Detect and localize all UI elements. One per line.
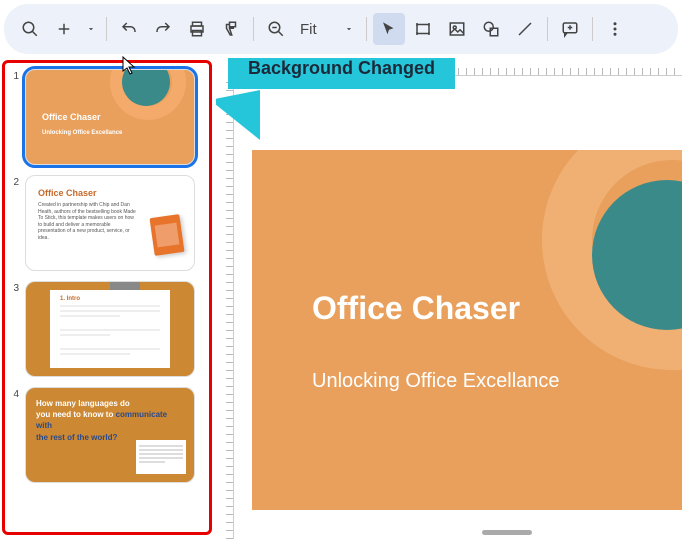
book-image (150, 214, 185, 256)
print-button[interactable] (181, 13, 213, 45)
slide-thumbnail-3[interactable]: 1. Intro (25, 281, 195, 377)
zoom-icon[interactable] (260, 13, 292, 45)
more-button[interactable] (599, 13, 631, 45)
redo-button[interactable] (147, 13, 179, 45)
horizontal-scrollbar[interactable] (482, 530, 532, 535)
new-slide-button[interactable] (48, 13, 80, 45)
thumb-text: How many languages do you need to know t… (36, 398, 184, 443)
toolbar: Fit (4, 4, 678, 54)
thumb-title: Office Chaser (42, 112, 101, 122)
new-slide-dropdown[interactable] (82, 13, 100, 45)
slide-title[interactable]: Office Chaser (312, 290, 520, 327)
paint-format-button[interactable] (215, 13, 247, 45)
main-slide[interactable]: Office Chaser Unlocking Office Excellanc… (252, 150, 682, 510)
canvas-area: Background Changed Office Chaser Unlocki… (216, 58, 682, 539)
slide-thumbnail-4[interactable]: How many languages do you need to know t… (25, 387, 195, 483)
select-tool[interactable] (373, 13, 405, 45)
image-tool[interactable] (441, 13, 473, 45)
chevron-down-icon (344, 24, 354, 34)
shape-tool[interactable] (475, 13, 507, 45)
thumb-subtitle: Unlocking Office Excellance (42, 130, 122, 136)
thumb-number: 2 (11, 177, 19, 188)
line-tool[interactable] (509, 13, 541, 45)
thumbnail-panel: 1 Office Chaser Unlocking Office Excella… (2, 60, 212, 535)
undo-button[interactable] (113, 13, 145, 45)
thumb-number: 1 (11, 71, 19, 82)
annotation-callout-tail (216, 90, 260, 140)
slide-subtitle[interactable]: Unlocking Office Excellance (312, 370, 560, 393)
thumb-heading: 1. Intro (60, 296, 160, 302)
textbox-tool[interactable] (407, 13, 439, 45)
vertical-ruler[interactable] (216, 76, 234, 539)
annotation-callout: Background Changed (228, 58, 455, 89)
thumb-number: 3 (11, 283, 19, 294)
slide-thumbnail-2[interactable]: Office Chaser Created in partnership wit… (25, 175, 195, 271)
thumb-body: Created in partnership with Chip and Dan… (38, 202, 138, 241)
zoom-value: Fit (300, 21, 340, 38)
zoom-select[interactable]: Fit (294, 13, 360, 45)
text-box-image (136, 440, 186, 474)
thumb-title: Office Chaser (38, 188, 182, 198)
comment-button[interactable] (554, 13, 586, 45)
search-icon[interactable] (14, 13, 46, 45)
slide-thumbnail-1[interactable]: Office Chaser Unlocking Office Excellanc… (25, 69, 195, 165)
thumb-number: 4 (11, 389, 19, 400)
